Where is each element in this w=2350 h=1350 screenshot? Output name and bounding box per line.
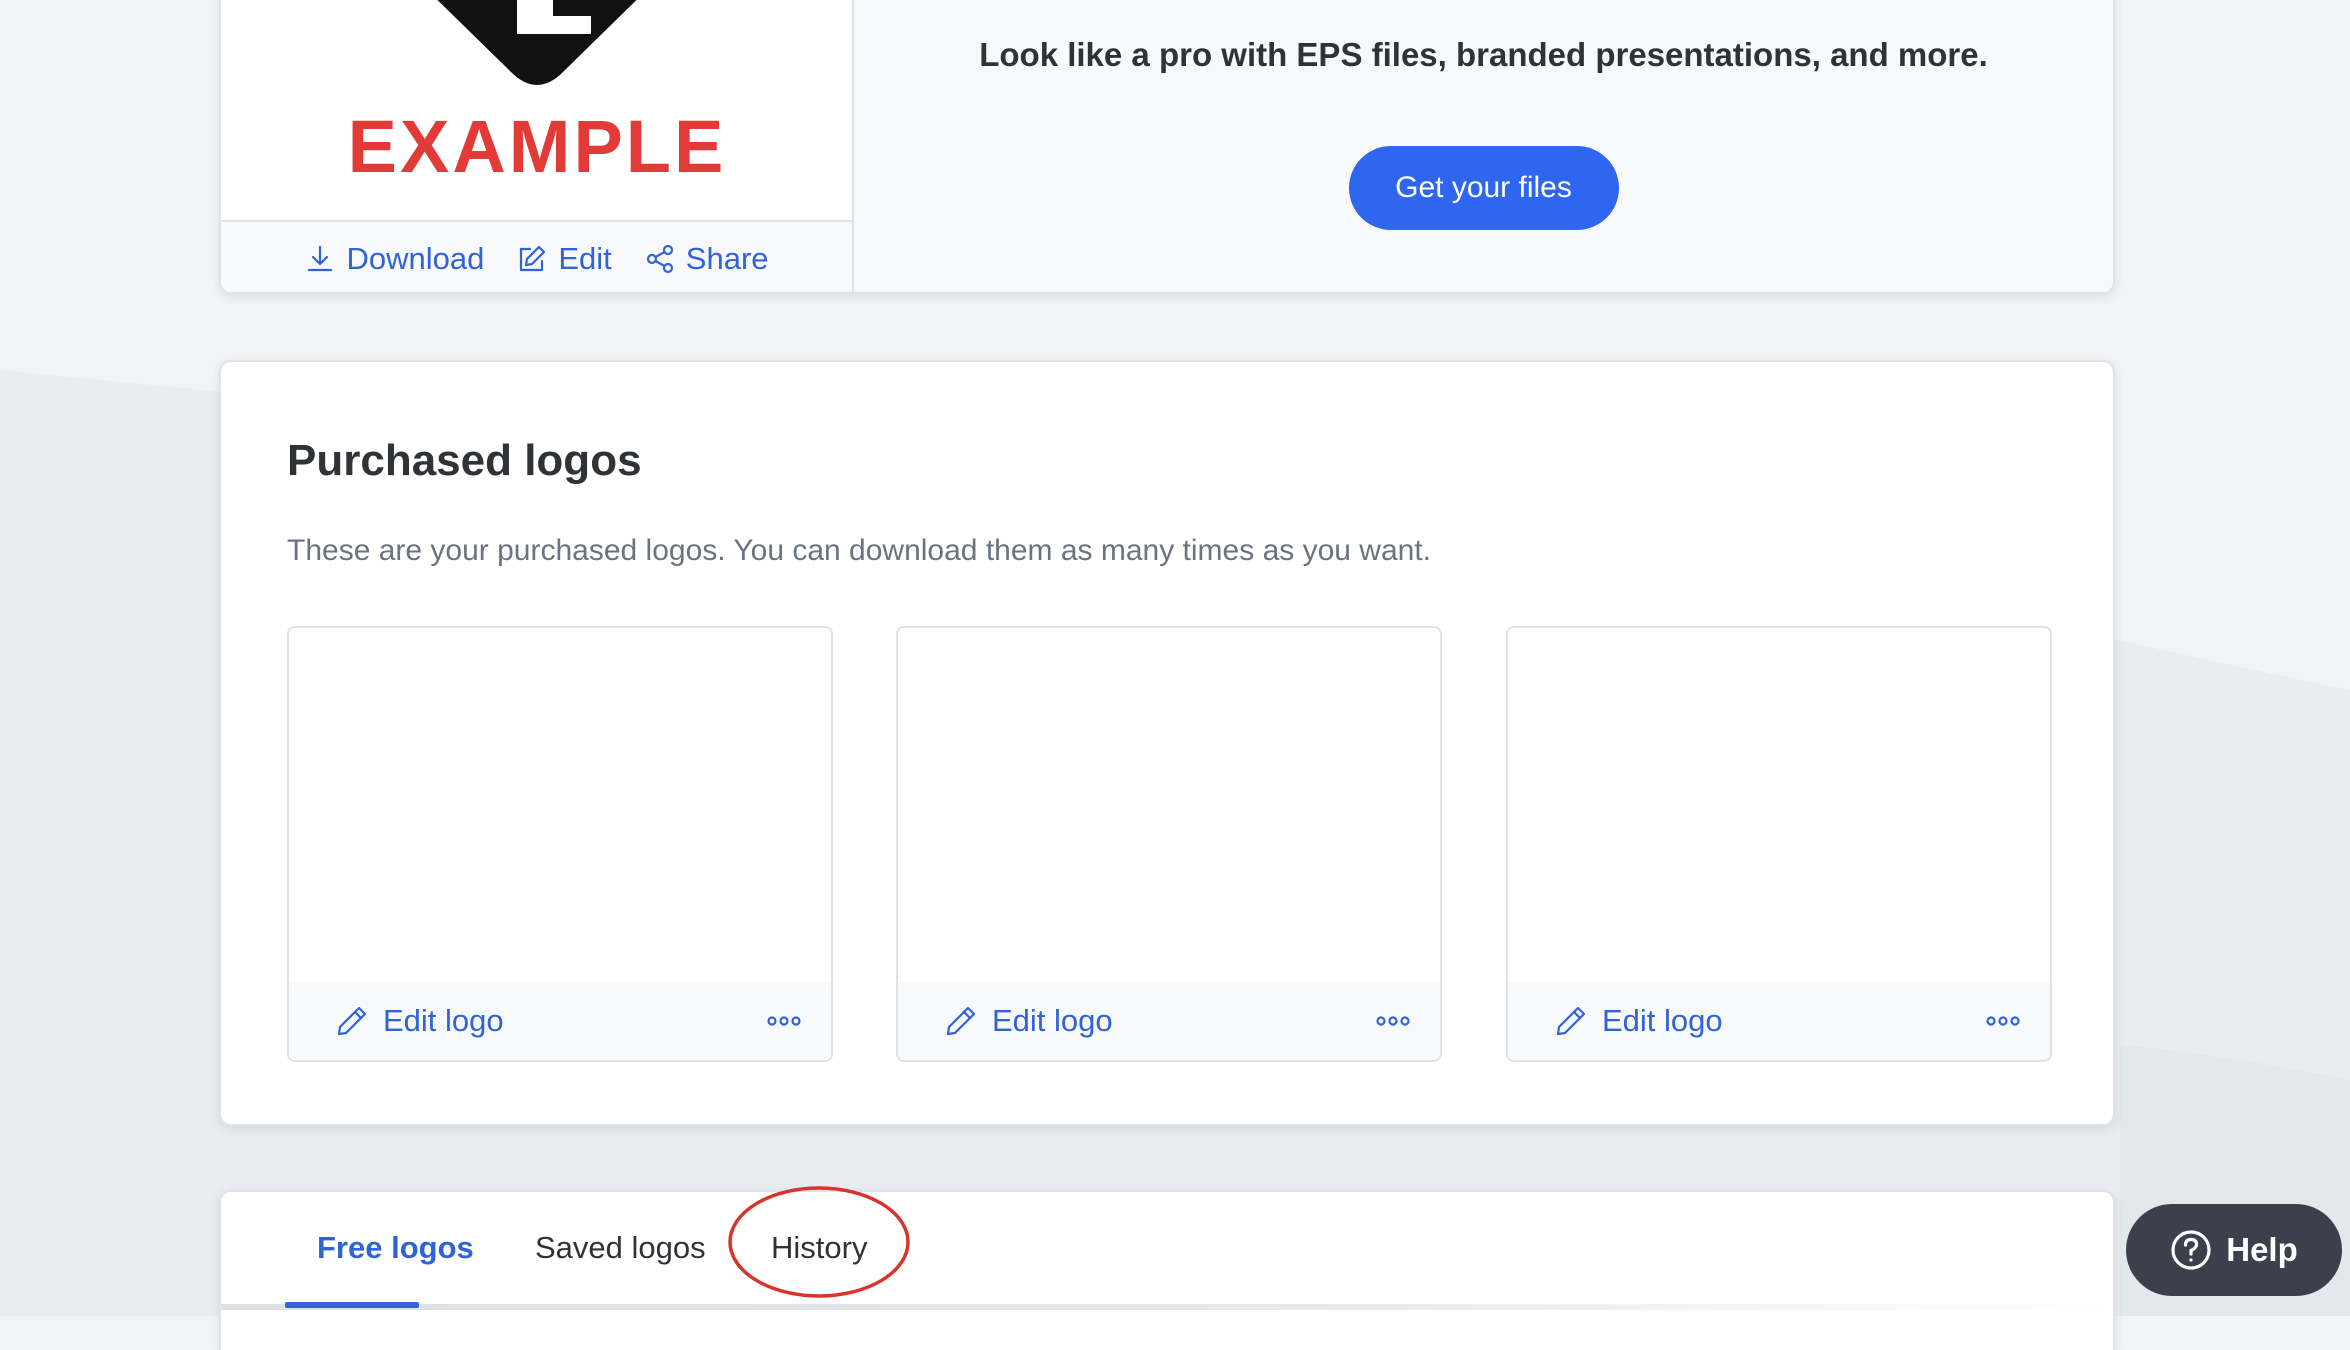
more-options-icon[interactable] [1986, 1014, 2020, 1028]
pencil-icon [946, 1006, 976, 1036]
share-link[interactable]: Share [644, 241, 769, 277]
logo-actions-bar: Download Edit Share [221, 220, 852, 292]
edit-logo-label: Edit logo [383, 1003, 504, 1038]
edit-label: Edit [558, 241, 612, 276]
help-label: Help [2226, 1231, 2298, 1268]
download-icon [308, 245, 333, 272]
edit-logo-label: Edit logo [992, 1003, 1113, 1038]
promo-text: Look like a pro with EPS files, branded … [979, 36, 1988, 73]
purchased-logo-tile: Edit logo [896, 626, 1442, 1062]
edit-logo-link[interactable]: Edit logo [944, 1003, 1113, 1039]
edit-logo-link[interactable]: Edit logo [335, 1003, 504, 1039]
tab-history[interactable]: History [771, 1230, 867, 1266]
section-title: Purchased logos [287, 436, 642, 485]
tile-footer: Edit logo [898, 982, 1440, 1060]
logo-preview-card: L EXAMPLE Download Edit [219, 0, 2115, 294]
download-link[interactable]: Download [304, 241, 484, 277]
logo-image: L EXAMPLE [348, 0, 727, 188]
logo-thumbnail[interactable] [1508, 628, 2050, 984]
pencil-icon [1556, 1006, 1586, 1036]
section-description: These are your purchased logos. You can … [287, 534, 1431, 567]
tile-footer: Edit logo [289, 982, 831, 1060]
pencil-icon [337, 1006, 367, 1036]
logo-thumbnail[interactable] [289, 628, 831, 984]
active-tab-indicator [285, 1302, 419, 1308]
get-your-files-button[interactable]: Get your files [1348, 146, 1619, 230]
purchased-logo-tile: Edit logo [1506, 626, 2052, 1062]
edit-icon [520, 245, 546, 272]
purchased-logo-tile: Edit logo [287, 626, 833, 1062]
edit-link[interactable]: Edit [516, 241, 612, 277]
logo-thumbnail[interactable] [898, 628, 1440, 984]
question-circle-icon [2171, 1230, 2211, 1270]
upgrade-promo-panel: Look like a pro with EPS files, branded … [854, 0, 2113, 292]
share-label: Share [685, 241, 769, 276]
download-label: Download [346, 241, 485, 276]
tab-free-logos[interactable]: Free logos [317, 1230, 474, 1266]
help-button[interactable]: Help [2126, 1204, 2342, 1296]
purchased-logos-card: Purchased logos These are your purchased… [219, 360, 2115, 1126]
more-options-icon[interactable] [1376, 1014, 1410, 1028]
logo-tabs-card: Free logos Saved logos History [219, 1186, 2115, 1350]
edit-logo-label: Edit logo [1602, 1003, 1723, 1038]
share-icon [646, 244, 673, 274]
tabs-divider [221, 1304, 2113, 1310]
edit-logo-link[interactable]: Edit logo [1554, 1003, 1723, 1039]
logo-wordmark: EXAMPLE [348, 105, 727, 188]
more-options-icon[interactable] [767, 1014, 801, 1028]
tile-footer: Edit logo [1508, 982, 2050, 1060]
tab-saved-logos[interactable]: Saved logos [535, 1230, 706, 1266]
logo-preview-panel: L EXAMPLE Download Edit [221, 0, 854, 292]
